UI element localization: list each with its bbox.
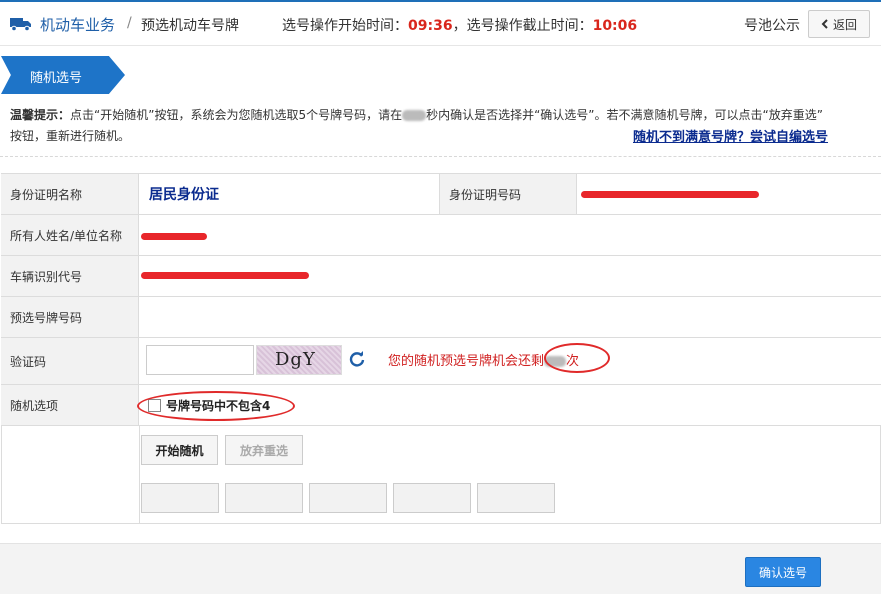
end-time: 10:06: [592, 18, 638, 34]
start-random-button[interactable]: 开始随机: [141, 435, 218, 465]
captcha-image[interactable]: DgY: [256, 345, 342, 375]
section-tab-label: 随机选号: [30, 71, 83, 86]
back-button[interactable]: 返回: [808, 10, 870, 38]
owner-label: 所有人姓名/单位名称: [1, 215, 139, 255]
id-number-label: 身份证明号码: [439, 174, 577, 214]
plate-slot-2[interactable]: [225, 483, 303, 513]
plate-slot-3[interactable]: [309, 483, 387, 513]
row-vin: 车辆识别代号: [1, 256, 881, 297]
plate-pool-link[interactable]: 号池公示: [744, 15, 800, 35]
id-type-label: 身份证明名称: [1, 174, 139, 214]
highlight-oval-option: [137, 391, 295, 421]
id-type-value: 居民身份证: [149, 187, 219, 203]
tips-text-1: 点击“开始随机”按钮，系统会为您随机选取5个号牌号码，请在: [70, 108, 403, 122]
actions-label-cell: [2, 426, 140, 523]
tips-text-2: 秒内确认是否选择并“确认选号”。若不满意随机号牌，可以点击“放弃重选”: [426, 108, 823, 122]
plate-slot-5[interactable]: [477, 483, 555, 513]
tips-title: 温馨提示：: [10, 108, 71, 122]
plate-slot-1[interactable]: [141, 483, 219, 513]
self-select-link[interactable]: 随机不到满意号牌？尝试自编选号: [633, 126, 828, 145]
redacted-seconds: [402, 110, 427, 121]
row-owner: 所有人姓名/单位名称: [1, 215, 881, 256]
captcha-label: 验证码: [1, 338, 139, 384]
confirm-select-button[interactable]: 确认选号: [745, 557, 821, 587]
plate-slot-4[interactable]: [393, 483, 471, 513]
divider: [0, 156, 881, 157]
back-button-label: 返回: [832, 17, 857, 32]
chevron-left-icon: [821, 19, 828, 29]
top-header: 机动车业务 / 预选机动车号牌 选号操作开始时间：09:36，选号操作截止时间：…: [0, 0, 881, 46]
breadcrumb-vehicle-business[interactable]: 机动车业务: [40, 14, 115, 35]
redacted-id-number: [581, 191, 759, 198]
abandon-reselect-button[interactable]: 放弃重选: [225, 435, 303, 465]
redacted-owner-name: [141, 233, 207, 240]
highlight-oval-chances: [544, 343, 610, 373]
breadcrumb-separator: /: [127, 15, 132, 31]
vin-label: 车辆识别代号: [1, 256, 139, 296]
row-random-option: 随机选项: [1, 385, 881, 426]
row-plate: 预选号牌号码: [1, 297, 881, 338]
captcha-input[interactable]: [146, 345, 254, 375]
random-option-label: 随机选项: [1, 385, 139, 425]
start-time-label: 选号操作开始时间：: [282, 18, 408, 34]
remaining-chances-prefix: 您的随机预选号牌机会还剩: [388, 354, 545, 369]
start-time: 09:36: [408, 18, 453, 34]
refresh-icon[interactable]: [349, 351, 365, 367]
truck-icon: [10, 18, 31, 31]
plate-label: 预选号牌号码: [1, 297, 139, 337]
row-id-type: 身份证明名称 居民身份证 身份证明号码: [1, 174, 881, 215]
selection-time-range: 选号操作开始时间：09:36，选号操作截止时间：10:06: [282, 15, 637, 35]
redacted-vin: [141, 272, 309, 279]
tips-text-3: 按钮，重新进行随机。: [10, 129, 131, 143]
end-time-label: ，选号操作截止时间：: [452, 18, 593, 34]
breadcrumb-current: 预选机动车号牌: [141, 18, 239, 34]
selection-form: 身份证明名称 居民身份证 身份证明号码 所有人姓名/单位名称 车辆识别代号 预选…: [1, 173, 881, 524]
